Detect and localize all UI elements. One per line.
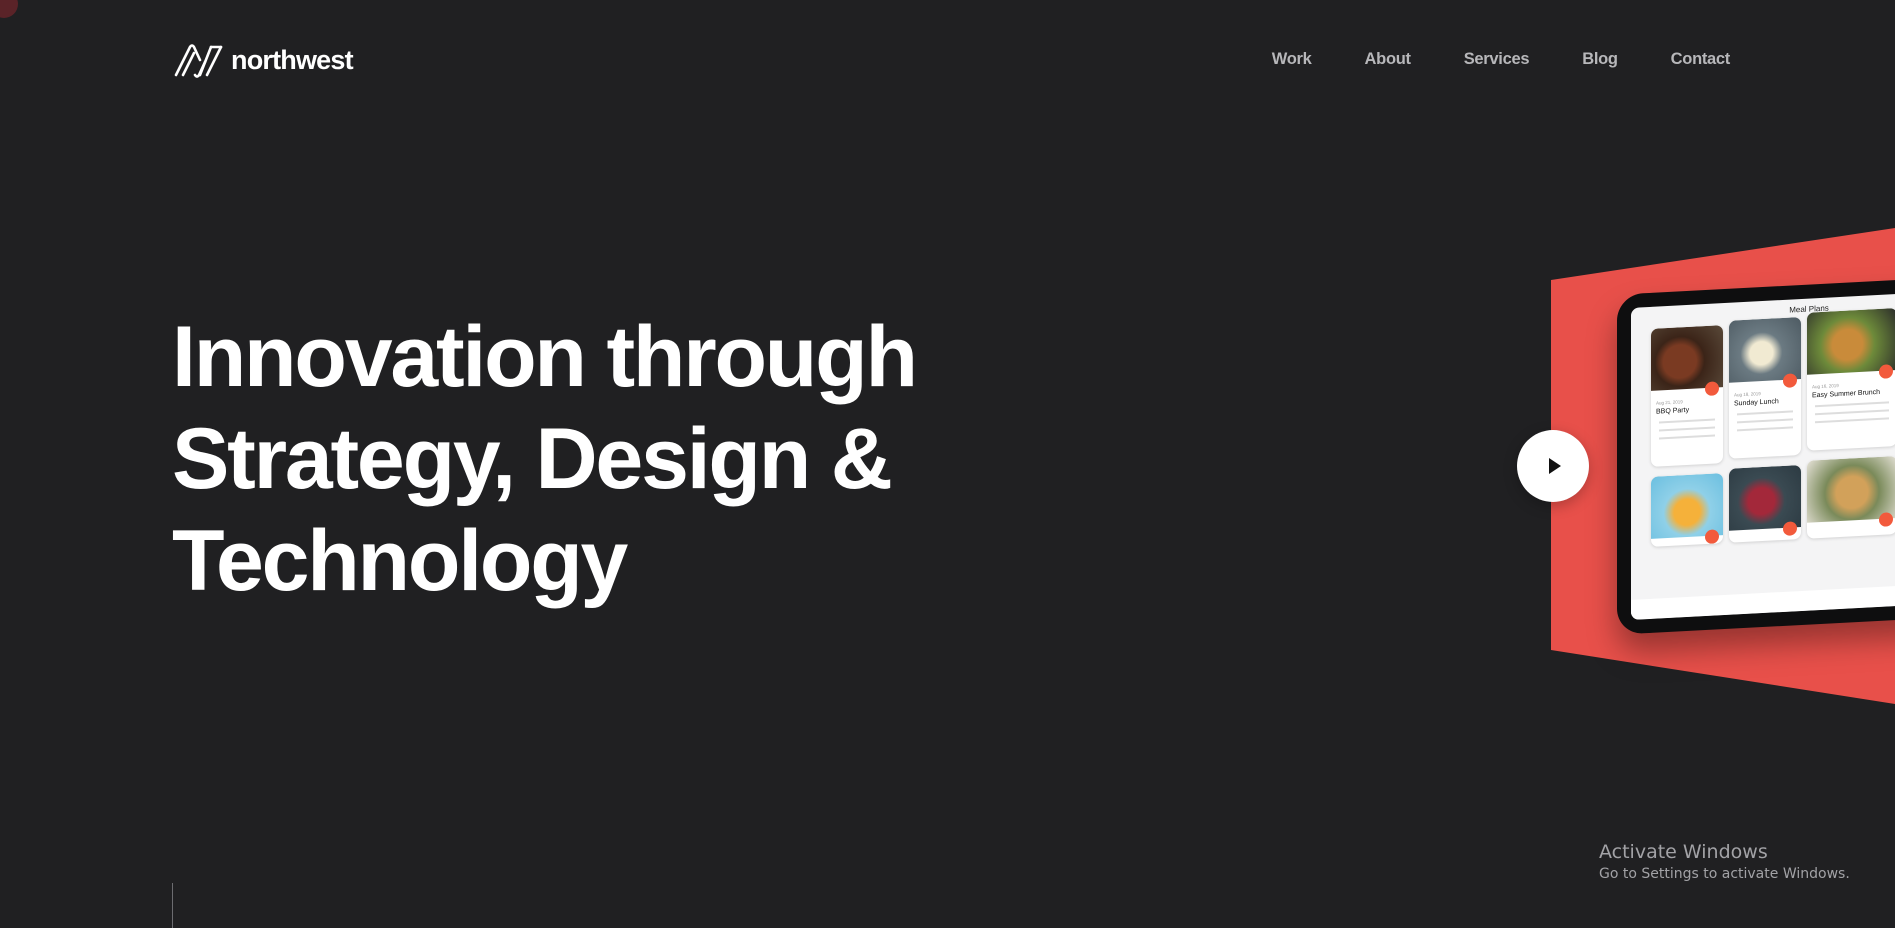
meal-date: Aug 18, 2019 xyxy=(1734,391,1761,398)
tablet-tab-bar xyxy=(1631,583,1895,620)
meal-badge-icon xyxy=(1705,529,1719,545)
main-nav: Work About Services Blog Contact xyxy=(1272,50,1731,68)
meal-card: Aug 21, 2019 BBQ Party xyxy=(1651,325,1723,467)
meal-name: Sunday Lunch xyxy=(1734,398,1779,408)
corner-decoration xyxy=(0,0,18,18)
tablet-screen: Meal Plans Aug 21, 2019 BBQ Party Aug 18… xyxy=(1631,291,1895,620)
meal-badge-icon xyxy=(1783,521,1797,536)
brand-logo[interactable]: northwest xyxy=(173,42,354,78)
play-icon xyxy=(1544,457,1562,475)
nav-contact[interactable]: Contact xyxy=(1671,50,1731,68)
meal-card xyxy=(1729,465,1801,543)
nav-about[interactable]: About xyxy=(1365,50,1411,68)
meal-badge-icon xyxy=(1879,364,1893,379)
watermark-title: Activate Windows xyxy=(1599,841,1768,863)
windows-activation-watermark: Activate Windows Go to Settings to activ… xyxy=(1599,840,1850,884)
nav-services[interactable]: Services xyxy=(1464,50,1530,68)
project-showcase[interactable]: Meal Plans Aug 21, 2019 BBQ Party Aug 18… xyxy=(1551,228,1895,704)
meal-card xyxy=(1807,455,1895,539)
hero-line-1: Innovation through xyxy=(172,309,918,405)
hero-line-3: Technology xyxy=(172,513,628,609)
nav-blog[interactable]: Blog xyxy=(1582,50,1618,68)
meal-card xyxy=(1651,473,1723,547)
meal-badge-icon xyxy=(1783,373,1797,388)
meal-badge-icon xyxy=(1705,381,1719,397)
brand-name: northwest xyxy=(231,44,354,75)
meal-card: Aug 16, 2019 Easy Summer Brunch xyxy=(1807,307,1895,451)
meal-card: Aug 18, 2019 Sunday Lunch xyxy=(1729,317,1801,459)
meal-date: Aug 21, 2019 xyxy=(1656,399,1683,406)
watermark-subtitle: Go to Settings to activate Windows. xyxy=(1599,866,1850,882)
nav-work[interactable]: Work xyxy=(1272,50,1312,68)
meal-badge-icon xyxy=(1879,512,1893,527)
hero-heading: Innovation through Strategy, Design & Te… xyxy=(172,306,918,612)
hero-line-2: Strategy, Design & xyxy=(172,411,893,507)
play-video-button[interactable] xyxy=(1517,430,1589,502)
tablet-mockup: Meal Plans Aug 21, 2019 BBQ Party Aug 18… xyxy=(1617,277,1895,635)
meal-name: Easy Summer Brunch xyxy=(1812,388,1881,400)
meal-name: BBQ Party xyxy=(1656,406,1690,416)
scroll-indicator xyxy=(172,883,173,928)
nw-monogram-icon xyxy=(173,42,225,78)
